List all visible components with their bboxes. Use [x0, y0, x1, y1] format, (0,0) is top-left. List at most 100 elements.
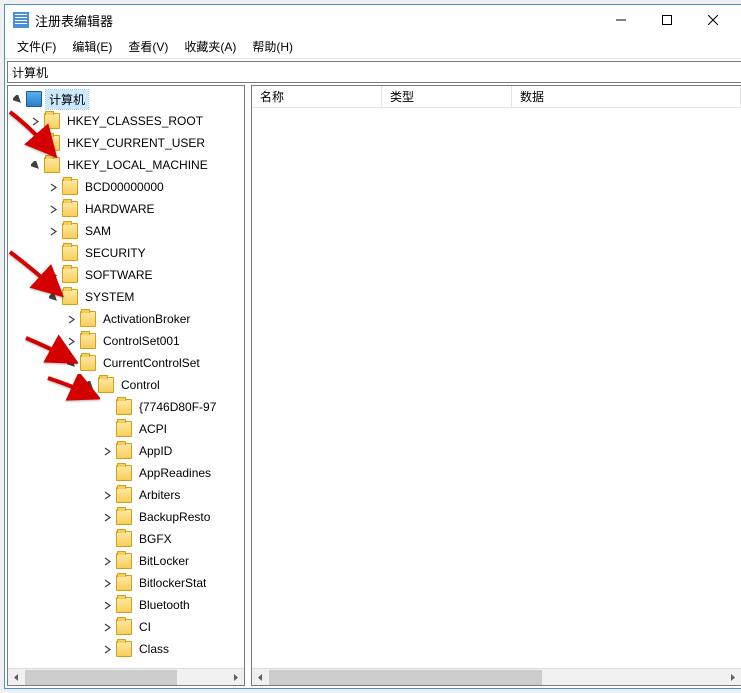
close-button[interactable] — [690, 5, 736, 35]
expander-icon[interactable] — [46, 202, 60, 216]
tree-node-activationbroker[interactable]: ActivationBroker — [8, 308, 244, 330]
tree-node-computer[interactable]: 计算机 — [8, 88, 244, 110]
tree-label: BCD00000000 — [85, 180, 164, 194]
column-header-data[interactable]: 数据 — [512, 86, 741, 107]
tree-label: SAM — [85, 224, 111, 238]
expander-icon[interactable] — [46, 180, 60, 194]
column-header-type[interactable]: 类型 — [382, 86, 512, 107]
expander-icon[interactable] — [28, 136, 42, 150]
tree-node-backuprestore[interactable]: BackupResto — [8, 506, 244, 528]
expander-icon[interactable] — [100, 620, 114, 634]
registry-tree[interactable]: 计算机 HKEY_CLASSES_ROOT HKEY_CURRENT_USER … — [8, 86, 244, 668]
scroll-track[interactable] — [25, 670, 227, 685]
tree-node-system[interactable]: SYSTEM — [8, 286, 244, 308]
expander-icon[interactable] — [46, 290, 60, 304]
expander-icon[interactable] — [100, 444, 114, 458]
tree-node-hkcu[interactable]: HKEY_CURRENT_USER — [8, 132, 244, 154]
folder-icon — [62, 179, 78, 195]
tree-label: 计算机 — [49, 93, 85, 107]
tree-node-controlset001[interactable]: ControlSet001 — [8, 330, 244, 352]
tree-node-class[interactable]: Class — [8, 638, 244, 660]
expander-icon[interactable] — [64, 334, 78, 348]
tree-label: HKEY_LOCAL_MACHINE — [67, 158, 208, 172]
tree-node-security[interactable]: SECURITY — [8, 242, 244, 264]
tree-label: ControlSet001 — [103, 334, 180, 348]
address-bar[interactable]: 计算机 — [7, 61, 741, 83]
expander-icon[interactable] — [100, 598, 114, 612]
menu-help[interactable]: 帮助(H) — [244, 36, 301, 57]
tree-label: CurrentControlSet — [103, 356, 200, 370]
expander-icon[interactable] — [64, 312, 78, 326]
tree-label: Class — [139, 642, 169, 656]
tree-node-bcd[interactable]: BCD00000000 — [8, 176, 244, 198]
tree-node-appreadiness[interactable]: AppReadines — [8, 462, 244, 484]
list-header: 名称 类型 数据 — [252, 86, 741, 108]
menu-view[interactable]: 查看(V) — [120, 36, 176, 57]
folder-icon — [80, 355, 96, 371]
expander-icon[interactable] — [64, 356, 78, 370]
tree-node-hkcr[interactable]: HKEY_CLASSES_ROOT — [8, 110, 244, 132]
tree-node-currentcontrolset[interactable]: CurrentControlSet — [8, 352, 244, 374]
tree-label: HARDWARE — [85, 202, 155, 216]
tree-node-ci[interactable]: CI — [8, 616, 244, 638]
tree-horizontal-scrollbar[interactable] — [8, 668, 244, 685]
tree-label: AppID — [139, 444, 172, 458]
expander-icon[interactable] — [46, 268, 60, 282]
expander-icon[interactable] — [10, 92, 24, 106]
scroll-track[interactable] — [269, 670, 724, 685]
maximize-button[interactable] — [644, 5, 690, 35]
tree-pane: 计算机 HKEY_CLASSES_ROOT HKEY_CURRENT_USER … — [7, 85, 245, 686]
scroll-left-button[interactable] — [252, 670, 269, 685]
tree-node-software[interactable]: SOFTWARE — [8, 264, 244, 286]
tree-node-hardware[interactable]: HARDWARE — [8, 198, 244, 220]
scroll-right-button[interactable] — [724, 670, 741, 685]
menu-edit[interactable]: 编辑(E) — [64, 36, 120, 57]
expander-icon[interactable] — [100, 642, 114, 656]
tree-node-arbiters[interactable]: Arbiters — [8, 484, 244, 506]
scroll-left-button[interactable] — [8, 670, 25, 685]
expander-icon[interactable] — [100, 576, 114, 590]
tree-node-hklm[interactable]: HKEY_LOCAL_MACHINE — [8, 154, 244, 176]
expander-icon[interactable] — [100, 488, 114, 502]
regedit-icon — [13, 12, 29, 28]
scroll-thumb[interactable] — [25, 670, 177, 685]
folder-icon — [62, 289, 78, 305]
scroll-thumb[interactable] — [269, 670, 542, 685]
folder-icon — [116, 487, 132, 503]
tree-node-bitlockerstatus[interactable]: BitlockerStat — [8, 572, 244, 594]
folder-icon — [116, 575, 132, 591]
minimize-button[interactable] — [598, 5, 644, 35]
scroll-right-button[interactable] — [227, 670, 244, 685]
tree-node-bitlocker[interactable]: BitLocker — [8, 550, 244, 572]
tree-node-bgfx[interactable]: BGFX — [8, 528, 244, 550]
expander-icon[interactable] — [28, 114, 42, 128]
expander-icon[interactable] — [100, 510, 114, 524]
tree-label: SYSTEM — [85, 290, 134, 304]
folder-icon — [116, 465, 132, 481]
tree-node-control[interactable]: Control — [8, 374, 244, 396]
tree-node-bluetooth[interactable]: Bluetooth — [8, 594, 244, 616]
tree-node-acpi[interactable]: ACPI — [8, 418, 244, 440]
tree-node-sam[interactable]: SAM — [8, 220, 244, 242]
tree-label: BGFX — [139, 532, 172, 546]
tree-node-appid[interactable]: AppID — [8, 440, 244, 462]
values-list-pane: 名称 类型 数据 — [251, 85, 741, 686]
folder-icon — [116, 553, 132, 569]
menu-favorites[interactable]: 收藏夹(A) — [176, 36, 244, 57]
expander-icon[interactable] — [46, 224, 60, 238]
expander-icon[interactable] — [28, 158, 42, 172]
tree-label: AppReadines — [139, 466, 211, 480]
folder-icon — [116, 597, 132, 613]
folder-icon — [44, 135, 60, 151]
menu-file[interactable]: 文件(F) — [9, 36, 64, 57]
address-path: 计算机 — [12, 64, 48, 81]
list-body[interactable] — [252, 108, 741, 668]
folder-icon — [44, 113, 60, 129]
expander-icon[interactable] — [82, 378, 96, 392]
tree-node-guid[interactable]: {7746D80F-97 — [8, 396, 244, 418]
expander-icon[interactable] — [100, 554, 114, 568]
folder-icon — [62, 201, 78, 217]
list-horizontal-scrollbar[interactable] — [252, 668, 741, 685]
column-header-name[interactable]: 名称 — [252, 86, 382, 107]
titlebar[interactable]: 注册表编辑器 — [5, 5, 741, 35]
